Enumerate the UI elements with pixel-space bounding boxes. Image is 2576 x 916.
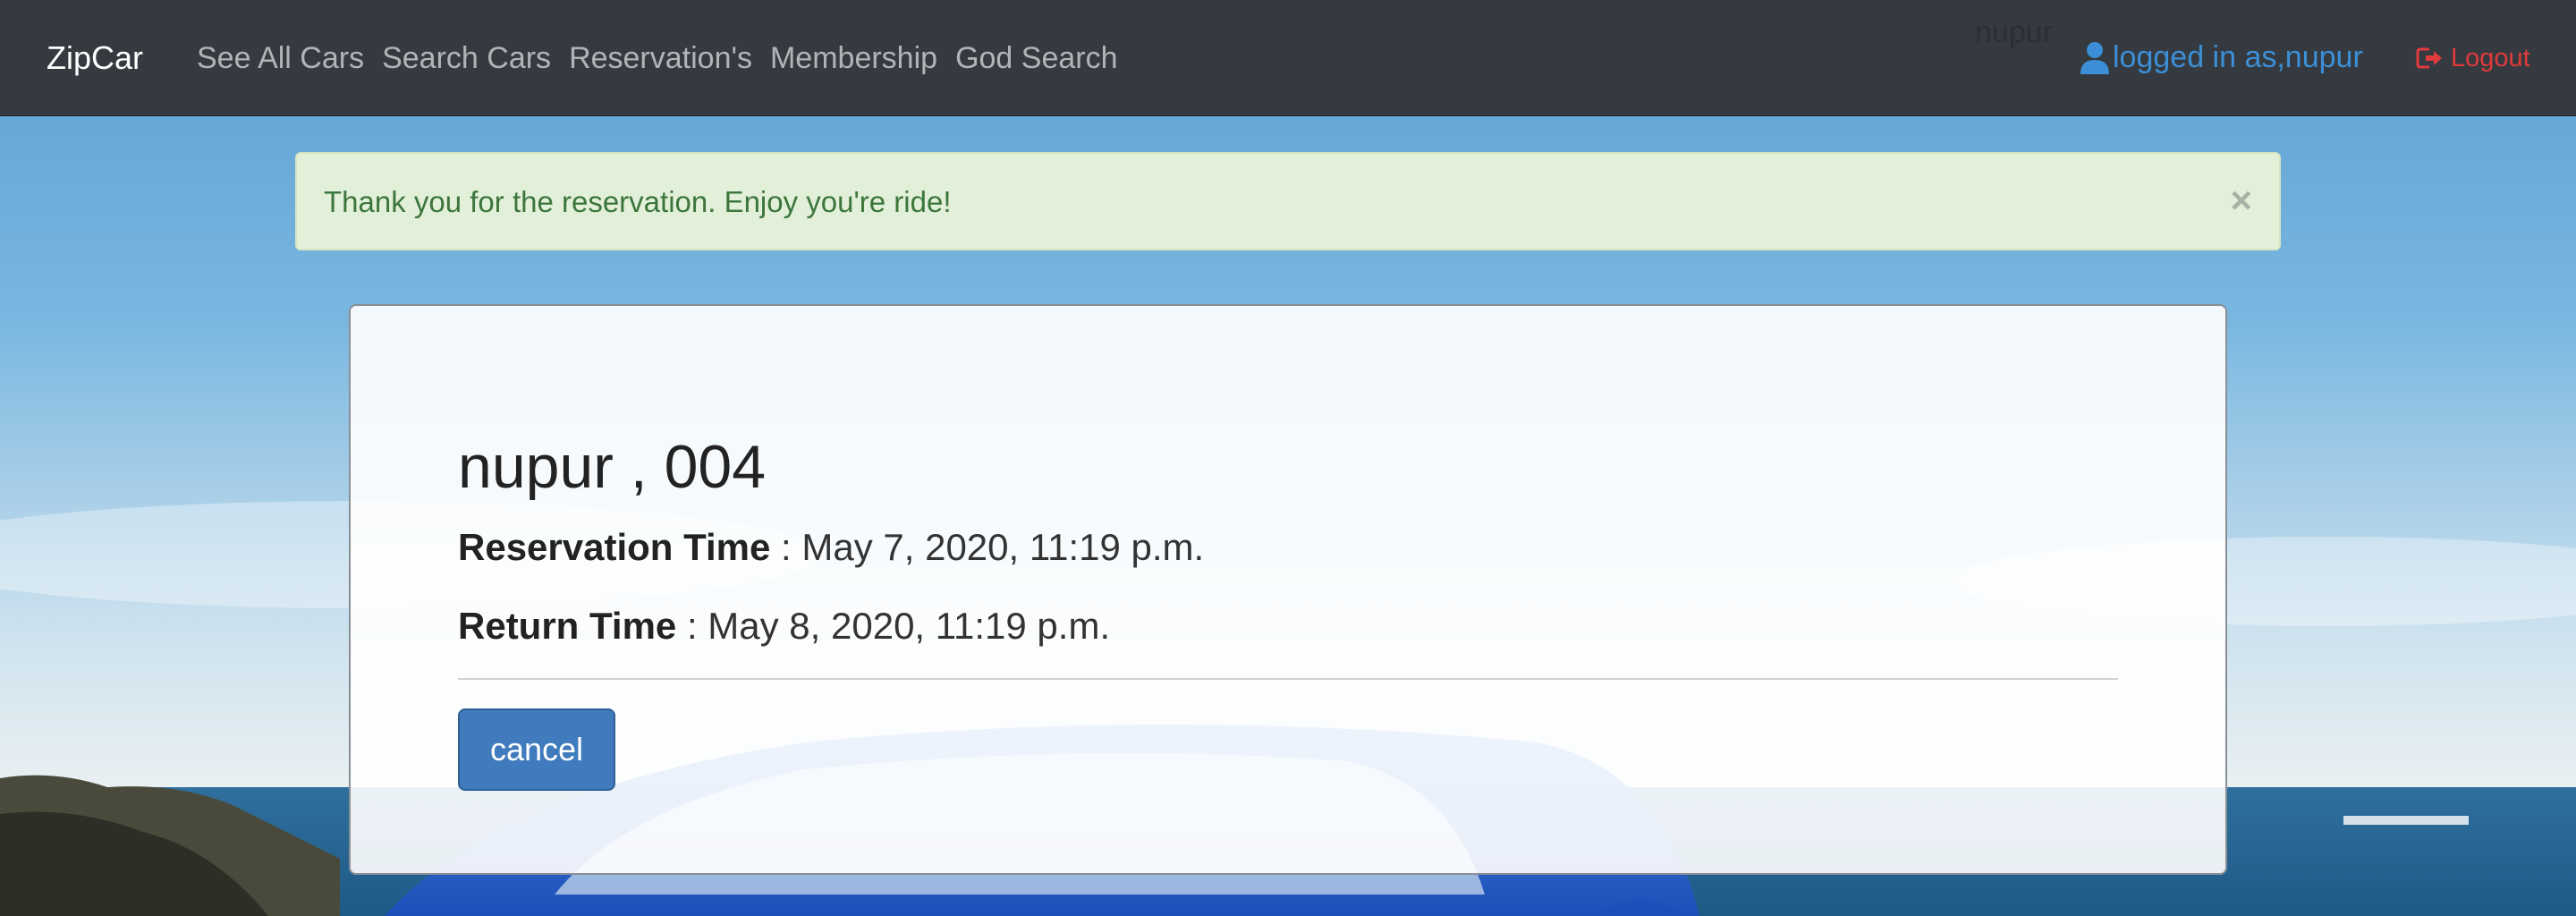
nav-link-reservations[interactable]: Reservation's (569, 39, 752, 77)
reservation-time-value: : May 7, 2020, 11:19 p.m. (770, 526, 1205, 568)
reservation-title: nupur , 004 (458, 433, 767, 501)
nav-links: See All Cars Search Cars Reservation's M… (197, 39, 1136, 77)
success-alert: Thank you for the reservation. Enjoy you… (295, 152, 2281, 250)
user-profile-link[interactable]: logged in as,nupur (2079, 36, 2363, 79)
divider (458, 678, 2118, 680)
reservation-card: nupur , 004 Reservation Time : May 7, 20… (349, 304, 2227, 875)
return-time-label: Return Time (458, 605, 677, 647)
return-time-value: : May 8, 2020, 11:19 p.m. (676, 605, 1111, 647)
logout-icon (2416, 47, 2442, 69)
reservation-time-label: Reservation Time (458, 526, 771, 568)
navbar-ghost-username: nupur (1975, 15, 2053, 49)
logout-link[interactable]: Logout (2415, 39, 2530, 77)
nav-link-search-cars[interactable]: Search Cars (382, 39, 551, 77)
return-time-row: Return Time : May 8, 2020, 11:19 p.m. (458, 603, 1110, 649)
nav-link-membership[interactable]: Membership (770, 39, 937, 77)
alert-message: Thank you for the reservation. Enjoy you… (324, 185, 952, 218)
alert-close-button[interactable]: × (2230, 179, 2252, 222)
brand-link[interactable]: ZipCar (47, 39, 143, 77)
reservation-time-row: Reservation Time : May 7, 2020, 11:19 p.… (458, 524, 1204, 571)
navbar: ZipCar See All Cars Search Cars Reservat… (0, 0, 2576, 116)
user-profile-label: logged in as,nupur (2113, 39, 2363, 74)
nav-link-god-search[interactable]: God Search (955, 39, 1117, 77)
nav-link-see-all-cars[interactable]: See All Cars (197, 39, 364, 77)
cancel-button[interactable]: cancel (458, 708, 615, 791)
user-icon (2080, 42, 2109, 74)
logout-label: Logout (2451, 43, 2530, 72)
